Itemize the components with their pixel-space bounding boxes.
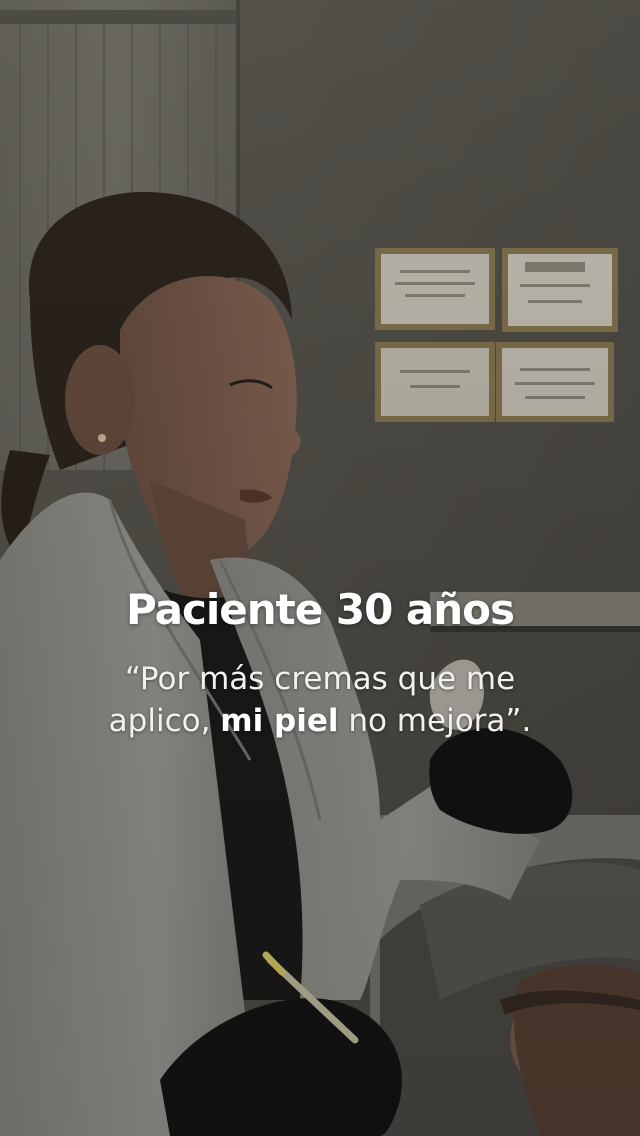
caption-title: Paciente 30 años [125,585,515,634]
quote-line-2-start: aplico, [108,703,221,739]
quote-line-2-end: no mejora”. [338,703,532,739]
clinic-photo [0,0,640,1136]
quote-emphasis: mi piel [220,703,339,739]
quote-line-1: “Por más cremas que me [124,661,516,697]
caption-quote: “Por más cremas que me aplico, mi piel n… [0,658,640,742]
quote-line-2: aplico, mi piel no mejora”. [0,700,640,742]
caption-overlay: Paciente 30 años “Por más cremas que me … [0,580,640,742]
video-frame: Paciente 30 años “Por más cremas que me … [0,0,640,1136]
